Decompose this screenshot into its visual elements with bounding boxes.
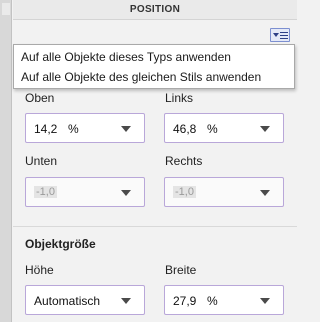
height-value: Automatisch — [34, 294, 101, 308]
menu-item-apply-same-type[interactable]: Auf alle Objekte dieses Typs anwenden — [21, 48, 231, 66]
chevron-down-icon[interactable] — [121, 190, 131, 196]
top-value: 14,2 — [34, 122, 58, 136]
menu-item-apply-same-style[interactable]: Auf alle Objekte des gleichen Stils anwe… — [21, 68, 261, 86]
menu-line — [280, 38, 288, 39]
width-label: Breite — [165, 263, 197, 277]
chevron-down-icon[interactable] — [121, 126, 131, 132]
menu-lines-icon — [280, 32, 288, 33]
options-menu-button[interactable] — [270, 28, 290, 42]
menu-line — [280, 35, 288, 36]
strip-tab — [2, 3, 10, 15]
top-unit: % — [68, 122, 79, 136]
chevron-down-icon — [273, 33, 279, 37]
left-value: 46,8 — [173, 122, 197, 136]
width-unit: % — [207, 294, 218, 308]
right-field[interactable]: -1,0 — [164, 177, 284, 207]
bottom-field[interactable]: -1,0 — [25, 177, 145, 207]
panel-header: POSITION — [13, 0, 297, 20]
options-dropdown-menu: Auf alle Objekte dieses Typs anwenden Au… — [13, 44, 295, 89]
bottom-label: Unten — [25, 154, 58, 168]
right-value: -1,0 — [173, 186, 196, 198]
left-unit: % — [207, 122, 218, 136]
chevron-down-icon[interactable] — [260, 298, 270, 304]
width-value: 27,9 — [173, 294, 197, 308]
height-field[interactable]: Automatisch — [25, 285, 145, 315]
left-panel-strip — [0, 0, 12, 322]
right-label: Rechts — [165, 154, 203, 168]
chevron-down-icon[interactable] — [260, 126, 270, 132]
top-label: Oben — [25, 91, 55, 105]
chevron-down-icon[interactable] — [121, 298, 131, 304]
section-divider — [13, 226, 297, 227]
width-field[interactable]: 27,9 % — [164, 285, 284, 315]
size-section-title: Objektgröße — [25, 237, 96, 251]
toolbar-area — [13, 21, 297, 45]
bottom-value: -1,0 — [34, 186, 57, 198]
top-field[interactable]: 14,2 % — [25, 113, 145, 143]
left-label: Links — [165, 91, 194, 105]
height-label: Höhe — [25, 263, 54, 277]
chevron-down-icon[interactable] — [260, 190, 270, 196]
left-field[interactable]: 46,8 % — [164, 113, 284, 143]
panel-title: POSITION — [129, 4, 181, 15]
